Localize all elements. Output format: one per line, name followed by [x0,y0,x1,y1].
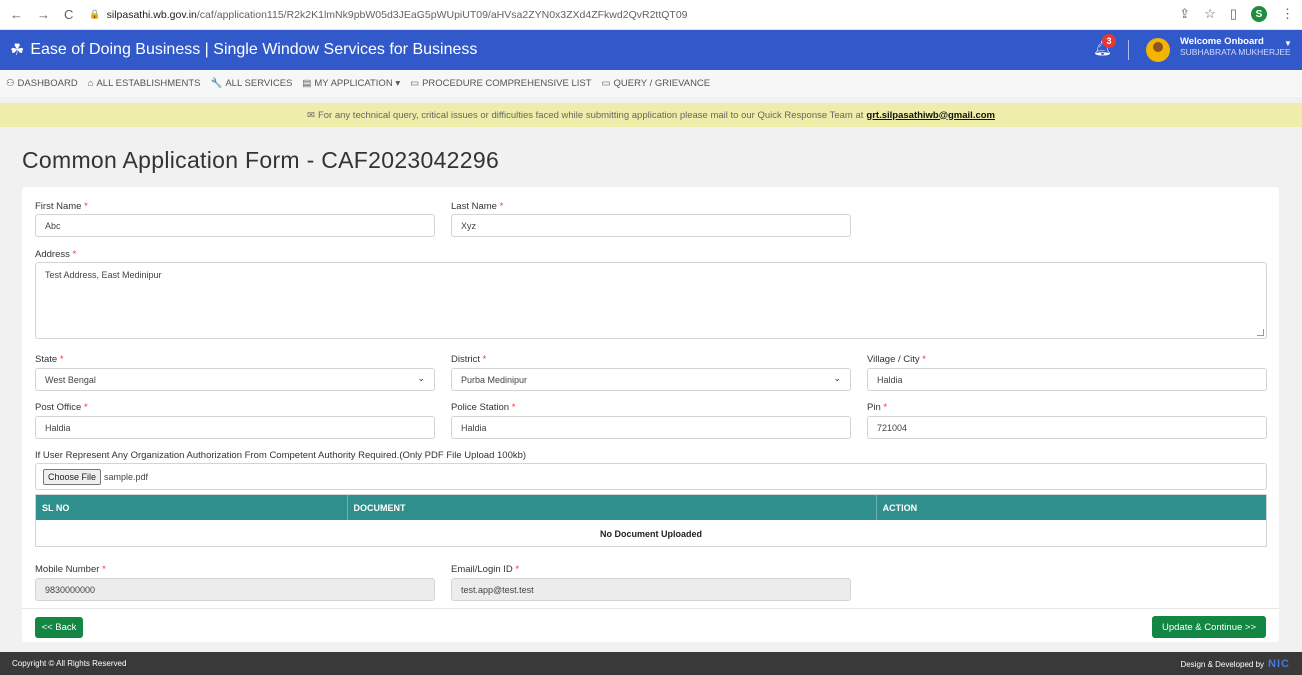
authorization-label: If User Represent Any Organization Autho… [35,450,527,461]
mobile-label: Mobile Number * [35,564,106,575]
table-header: SL NO DOCUMENT ACTION [36,495,1266,520]
state-select[interactable]: West Bengal ⌄ [35,368,435,391]
chevron-down-icon[interactable]: ▼ [1284,39,1292,48]
choose-file-button[interactable]: Choose File [43,468,102,485]
document-icon: ▤ [302,78,312,89]
menu-item-label: ALL ESTABLISHMENTS [96,78,201,89]
menu-item-label: PROCEDURE COMPREHENSIVE LIST [422,78,592,89]
profile-avatar[interactable]: S [1251,6,1267,22]
first-name-input[interactable]: Abc [35,214,435,237]
menu-item-all-establishments[interactable]: ⌂ ALL ESTABLISHMENTS [88,78,201,89]
address-label: Address * [35,249,77,260]
mobile-input[interactable]: 9830000000 [35,578,435,601]
village-label: Village / City * [867,354,926,365]
header-divider [1128,40,1129,60]
site-title: Ease of Doing Business | Single Window S… [30,41,478,58]
copyright-text: Copyright © All Rights Reserved [12,659,127,668]
browser-nav: ← → C [0,7,73,22]
form-card: First Name * Abc Last Name * Xyz Address… [22,187,1279,642]
menu-item-label: ALL SERVICES [225,78,293,89]
last-name-label: Last Name * [451,201,504,212]
police-station-input[interactable]: Haldia [451,416,851,439]
first-name-label: First Name * [35,201,88,212]
menu-item-label: MY APPLICATION ▾ [314,78,401,89]
url-host: silpasathi.wb.gov.in [106,8,197,21]
police-station-label: Police Station * [451,402,516,413]
village-input[interactable]: Haldia [867,368,1267,391]
forward-arrow-icon[interactable]: → [37,7,50,22]
address-textarea[interactable]: Test Address, East Medinipur [35,262,1267,339]
footer: Copyright © All Rights Reserved Design &… [0,652,1302,675]
column-action: ACTION [882,502,918,513]
update-continue-button[interactable]: Update & Continue >> [1152,616,1266,638]
chevron-down-icon: ⌄ [417,373,425,383]
sidepanel-icon[interactable]: ▯ [1230,6,1237,22]
main-menu: ⚇ DASHBOARD ⌂ ALL ESTABLISHMENTS 🔧 ALL SERVIC… [0,70,1302,97]
browser-toolbar: ← → C 🔒 silpasathi.wb.gov.in/caf/applica… [0,0,1302,30]
post-office-label: Post Office * [35,402,88,413]
notice-text: For any technical query, critical issues… [317,109,864,121]
state-label: State * [35,354,64,365]
url-path: /caf/application115/R2k2K1lmNk9pbW05d3JE… [196,8,688,21]
address-bar[interactable]: 🔒 silpasathi.wb.gov.in/caf/application11… [89,9,687,21]
site-brand[interactable]: ☘ Ease of Doing Business | Single Window… [0,40,477,60]
reload-icon[interactable]: C [64,7,73,22]
resize-handle-icon[interactable] [1257,329,1264,336]
menu-item-query-grievance[interactable]: ▭ QUERY / GRIEVANCE [602,78,711,89]
column-sl-no: SL NO [36,495,348,520]
notice-email-link[interactable]: grt.silpasathiwb@gmail.com [866,110,995,121]
dashboard-icon: ⚇ [6,78,15,89]
kebab-menu-icon[interactable]: ⋮ [1281,6,1294,22]
menu-item-label: QUERY / GRIEVANCE [613,78,711,89]
district-select[interactable]: Purba Medinipur ⌄ [451,368,851,391]
mail-icon: ✉ [306,109,315,121]
user-menu[interactable]: Welcome Onboard SUBHABRATA MUKHERJEE [1180,36,1291,58]
last-name-input[interactable]: Xyz [451,214,851,237]
column-document: DOCUMENT [348,495,877,520]
network-icon: ☘ [10,42,25,59]
file-upload[interactable]: Choose File sample.pdf [35,463,1267,490]
building-icon: ⌂ [87,78,94,89]
card-divider [22,608,1279,609]
file-name: sample.pdf [104,471,149,482]
page-title: Common Application Form - CAF2023042296 [22,147,500,173]
share-icon[interactable]: ⇪ [1179,6,1190,22]
notice-banner: ✉ For any technical query, critical issu… [0,103,1302,127]
pin-input[interactable]: 721004 [867,416,1267,439]
pin-label: Pin * [867,402,888,413]
menu-item-label: DASHBOARD [17,78,78,89]
state-value: West Bengal [45,374,96,385]
email-input[interactable]: test.app@test.test [451,578,851,601]
user-name: SUBHABRATA MUKHERJEE [1180,47,1291,57]
menu-item-procedure-comprehensive-list[interactable]: ▭ PROCEDURE COMPREHENSIVE LIST [410,78,591,89]
star-icon[interactable]: ☆ [1204,6,1216,22]
menu-item-dashboard[interactable]: ⚇ DASHBOARD [6,78,78,89]
back-button[interactable]: << Back [35,617,83,638]
list-icon: ▭ [410,78,420,89]
user-avatar[interactable] [1146,38,1170,62]
district-label: District * [451,354,487,365]
address-value: Test Address, East Medinipur [45,270,162,280]
lock-icon: 🔒 [89,9,101,19]
table-empty-message: No Document Uploaded [599,528,702,539]
credit-text: Design & Developed by [1180,659,1265,669]
menu-item-all-services[interactable]: 🔧 ALL SERVICES [210,78,292,89]
post-office-input[interactable]: Haldia [35,416,435,439]
district-value: Purba Medinipur [461,374,528,385]
app-header: ☘ Ease of Doing Business | Single Window… [0,30,1302,70]
wrench-icon: 🔧 [210,78,223,89]
message-icon: ▭ [601,78,611,89]
chevron-down-icon: ⌄ [833,373,841,383]
email-label: Email/Login ID * [451,564,520,575]
notification-badge: 3 [1102,34,1116,48]
documents-table: SL NO DOCUMENT ACTION No Document Upload… [35,494,1267,547]
welcome-text: Welcome Onboard [1180,36,1264,47]
nic-logo: NIC [1268,658,1290,670]
menu-item-my-application[interactable]: ▤ MY APPLICATION ▾ [302,78,400,89]
back-arrow-icon[interactable]: ← [10,7,23,22]
